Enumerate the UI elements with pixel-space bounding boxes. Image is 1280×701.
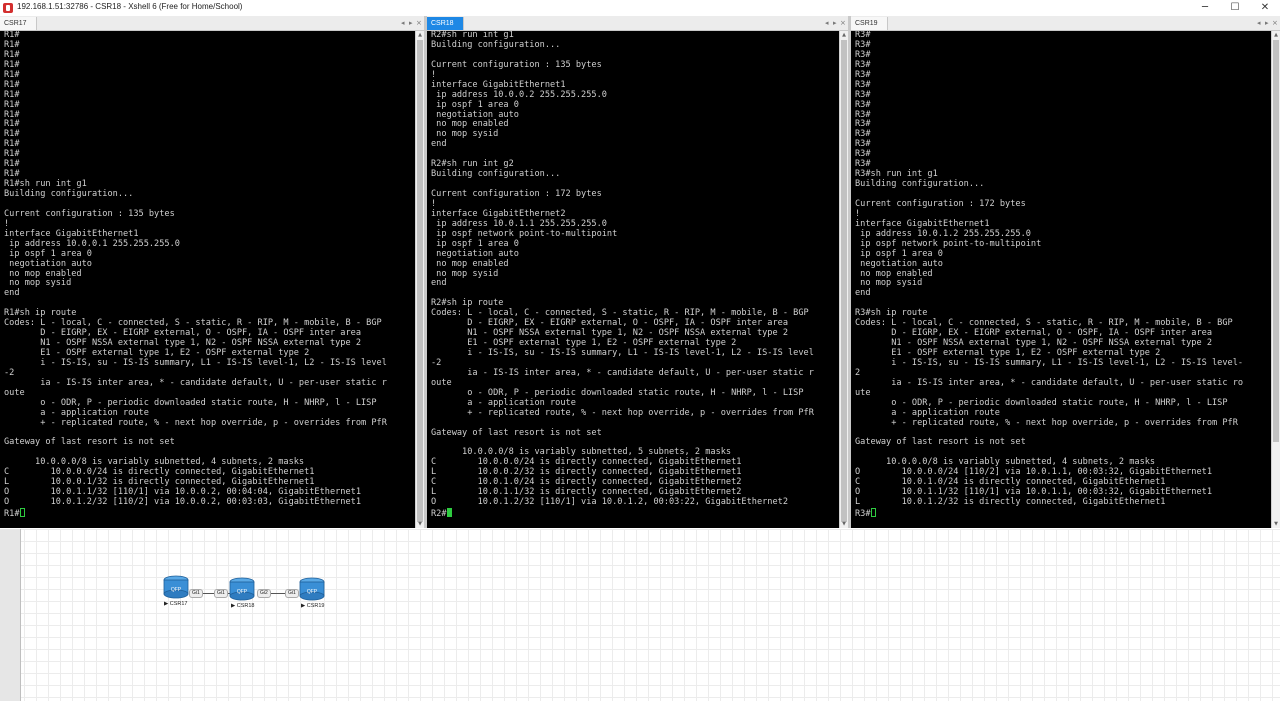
scroll-down-icon[interactable]: ▼ <box>416 520 424 528</box>
tab-scroll-left-icon[interactable]: ◂ <box>401 17 405 30</box>
terminal-output[interactable]: R1# R1# R1# R1# R1# R1# R1# R1# R1# R1# … <box>0 31 415 528</box>
maximize-icon[interactable]: ☐ <box>1220 0 1250 16</box>
window-title-bar: 192.168.1.51:32786 - CSR18 - Xshell 6 (F… <box>0 0 1280 17</box>
scroll-down-icon[interactable]: ▼ <box>840 520 848 528</box>
tab-scroll-right-icon[interactable]: ▸ <box>833 17 837 30</box>
tab-scroll-left-icon[interactable]: ◂ <box>1257 17 1261 30</box>
terminal-output[interactable]: R3# R3# R3# R3# R3# R3# R3# R3# R3# R3# … <box>851 31 1271 528</box>
terminal-text: R1# R1# R1# R1# R1# R1# R1# R1# R1# R1# … <box>4 31 387 508</box>
tab-scroll-right-icon[interactable]: ▸ <box>1265 17 1269 30</box>
scrollbar-thumb[interactable] <box>841 40 847 522</box>
tab-scroll-right-icon[interactable]: ▸ <box>409 17 413 30</box>
node-label-csr17: ▶ CSR17 <box>164 601 188 607</box>
pane-tab-strip: CSR19 ◂ ▸ × <box>851 16 1280 31</box>
topology-canvas[interactable] <box>0 529 1280 701</box>
node-label-text: CSR19 <box>306 603 325 609</box>
router-icon-text: QFP <box>237 589 248 595</box>
terminal-output[interactable]: R2#sh run int g1 Building configuration.… <box>427 31 839 528</box>
terminal-text: R3# R3# R3# R3# R3# R3# R3# R3# R3# R3# … <box>855 31 1244 508</box>
scroll-up-icon[interactable]: ▲ <box>416 31 424 39</box>
node-label-text: CSR17 <box>169 601 188 607</box>
tab-close-icon[interactable]: × <box>416 17 422 30</box>
scrollbar-thumb[interactable] <box>1273 40 1279 442</box>
terminal-cursor <box>19 508 25 517</box>
router-csr18-icon[interactable]: QFP <box>227 576 257 602</box>
interface-label: Gi1 <box>214 589 228 598</box>
pane-tab-strip: CSR18 ◂ ▸ × <box>427 16 848 31</box>
close-icon[interactable]: ✕ <box>1250 0 1280 16</box>
tab-scroll-left-icon[interactable]: ◂ <box>825 17 829 30</box>
minimize-icon[interactable]: ─ <box>1190 0 1220 16</box>
terminal-scrollbar[interactable]: ▲ ▼ <box>839 31 848 528</box>
router-icon-text: QFP <box>307 589 318 595</box>
terminal-pane-csr19[interactable]: CSR19 ◂ ▸ × R3# R3# R3# R3# R3# R3# R3# … <box>851 16 1280 528</box>
canvas-side-toolbar <box>0 529 21 701</box>
terminal-cursor <box>870 508 876 517</box>
router-csr19-icon[interactable]: QFP <box>297 576 327 602</box>
scroll-up-icon[interactable]: ▲ <box>1272 31 1280 39</box>
terminal-cursor <box>446 508 452 517</box>
window-title: 192.168.1.51:32786 - CSR18 - Xshell 6 (F… <box>17 2 243 11</box>
terminal-pane-csr18[interactable]: CSR18 ◂ ▸ × R2#sh run int g1 Building co… <box>427 16 848 528</box>
tab-csr18[interactable]: CSR18 <box>427 17 464 30</box>
terminal-scrollbar[interactable]: ▲ ▼ <box>1271 31 1280 528</box>
xshell-app-icon <box>3 3 13 13</box>
scroll-up-icon[interactable]: ▲ <box>840 31 848 39</box>
interface-label: Gi2 <box>257 589 271 598</box>
terminal-prompt: R3# <box>855 509 871 519</box>
interface-label: Gi1 <box>189 589 203 598</box>
terminal-pane-csr17[interactable]: CSR17 ◂ ▸ × R1# R1# R1# R1# R1# R1# R1# … <box>0 16 424 528</box>
tab-close-icon[interactable]: × <box>840 17 846 30</box>
node-label-csr18: ▶ CSR18 <box>231 603 255 609</box>
tab-csr17[interactable]: CSR17 <box>0 17 37 30</box>
tab-csr19[interactable]: CSR19 <box>851 17 888 30</box>
scroll-down-icon[interactable]: ▼ <box>1272 520 1280 528</box>
terminal-text: R2#sh run int g1 Building configuration.… <box>431 31 814 508</box>
terminal-scrollbar[interactable]: ▲ ▼ <box>415 31 424 528</box>
terminal-prompt: R1# <box>4 509 20 519</box>
router-csr17-icon[interactable]: QFP <box>161 574 191 600</box>
node-label-text: CSR18 <box>236 603 255 609</box>
node-label-csr19: ▶ CSR19 <box>301 603 325 609</box>
pane-tab-strip: CSR17 ◂ ▸ × <box>0 16 424 31</box>
scrollbar-thumb[interactable] <box>417 40 423 522</box>
router-icon-text: QFP <box>171 587 182 593</box>
terminal-prompt: R2# <box>431 509 447 519</box>
tab-close-icon[interactable]: × <box>1272 17 1278 30</box>
